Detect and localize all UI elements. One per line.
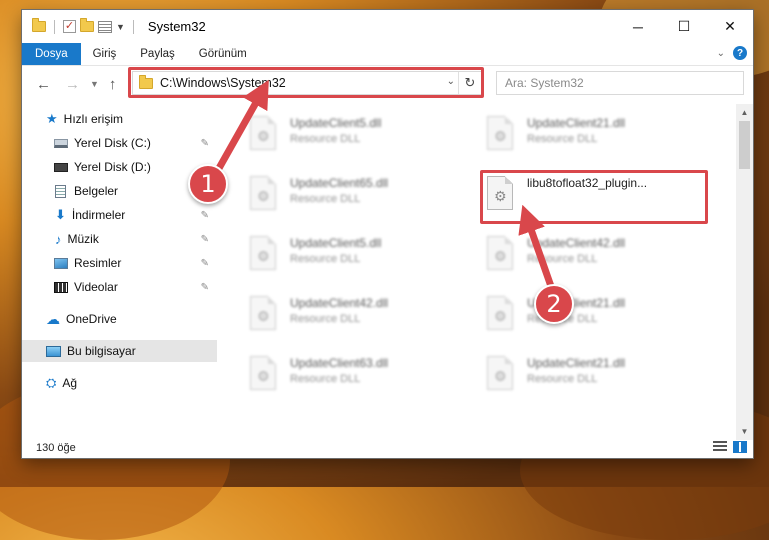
annotation-arrows xyxy=(214,79,557,296)
arrow-to-target-file xyxy=(518,204,557,296)
arrow-to-address-bar xyxy=(214,79,269,174)
step-badge-2: 2 xyxy=(534,284,574,324)
step-badge-1: 1 xyxy=(188,164,228,204)
